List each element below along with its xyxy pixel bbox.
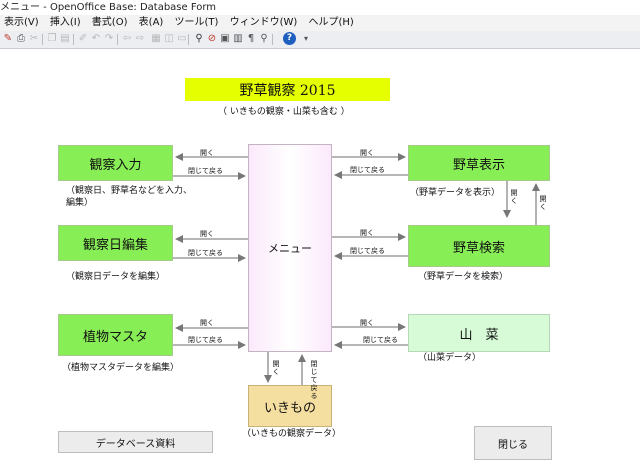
format-paint-icon[interactable]: ✐: [77, 33, 89, 45]
toolbar-separator: [272, 34, 273, 45]
undo-icon[interactable]: ↶: [90, 33, 102, 45]
label-open-shokubutsu-master: 開く: [200, 319, 214, 327]
label-return-yasou-display-vertical: 開く: [539, 195, 547, 211]
label-return-kansatsubi-edit: 閉じて戻る: [188, 249, 223, 257]
database-docs-button[interactable]: データベース資料: [58, 431, 213, 453]
toolbar-separator: [117, 34, 118, 45]
toolbar-overflow-icon[interactable]: ▾: [300, 33, 312, 45]
close-button[interactable]: 閉じる: [474, 426, 552, 460]
label-open-yasou-search-vertical: 開く: [510, 189, 518, 205]
menu-format[interactable]: 書式(O): [88, 15, 132, 31]
paste-icon[interactable]: ▤: [59, 33, 71, 45]
toolbar-separator: [188, 34, 189, 45]
arrow-right-icon[interactable]: ⇨: [134, 33, 146, 45]
navigation-arrows: [173, 153, 540, 385]
copy-icon[interactable]: ❐: [46, 33, 58, 45]
label-open-yasou-search: 開く: [360, 229, 374, 237]
arrow-left-icon[interactable]: ⇦: [121, 33, 133, 45]
label-return-yasou-display: 閉じて戻る: [350, 166, 385, 174]
menu-bar: 表示(V) 挿入(I) 書式(O) 表(A) ツール(T) ウィンドウ(W) ヘ…: [0, 15, 640, 31]
help-icon[interactable]: ?: [283, 32, 296, 45]
no-entry-icon[interactable]: ⊘: [206, 33, 218, 45]
label-open-sansai: 開く: [360, 319, 374, 327]
menu-table[interactable]: 表(A): [135, 15, 168, 31]
gallery-icon[interactable]: ▣: [219, 33, 231, 45]
cut-icon[interactable]: ✂: [28, 33, 40, 45]
edit-file-icon[interactable]: ✎: [2, 33, 14, 45]
datasource-icon[interactable]: ▥: [232, 33, 244, 45]
window-titlebar: メニュー - OpenOffice Base: Database Form: [0, 0, 640, 15]
label-return-kansatsu-input: 閉じて戻る: [188, 167, 223, 175]
label-open-kansatsu-input: 開く: [200, 149, 214, 157]
label-open-yasou-display: 開く: [360, 149, 374, 157]
zoom-icon[interactable]: ⚲: [258, 33, 270, 45]
label-open-kansatsubi-edit: 開く: [200, 230, 214, 238]
toolbar-separator: [42, 34, 43, 45]
toolbar-separator: [73, 34, 74, 45]
database-docs-label: データベース資料: [95, 438, 176, 450]
window-title: メニュー - OpenOffice Base: Database Form: [0, 2, 217, 13]
redo-icon[interactable]: ↷: [103, 33, 115, 45]
label-return-shokubutsu-master: 閉じて戻る: [188, 336, 223, 344]
find-icon[interactable]: ⚲: [193, 33, 205, 45]
close-button-label: 閉じる: [498, 439, 528, 451]
print-icon[interactable]: ⎙: [15, 33, 27, 45]
menu-help[interactable]: ヘルプ(H): [305, 15, 358, 31]
label-return-sansai: 閉じて戻る: [363, 336, 398, 344]
menu-view[interactable]: 表示(V): [0, 15, 43, 31]
nonprinting-chars-icon[interactable]: ¶: [245, 33, 257, 45]
label-return-yasou-search: 閉じて戻る: [350, 247, 385, 255]
menu-tools[interactable]: ツール(T): [171, 15, 223, 31]
frame-icon[interactable]: ▭: [176, 33, 188, 45]
menu-window[interactable]: ウィンドウ(W): [226, 15, 302, 31]
navigator-icon[interactable]: ◫: [163, 33, 175, 45]
standard-toolbar: ✎ ⎙ ✂ ❐ ▤ ✐ ↶ ↷ ⇦ ⇨ ▦ ◫ ▭ ⚲ ⊘ ▣ ▥ ¶ ⚲ ? …: [0, 31, 640, 49]
label-open-ikimono-vertical: 開く: [272, 360, 280, 376]
database-form: 野草観察 2015 （ いきもの観察・山菜も含む ） 観察入力 （観察日、野草名…: [0, 49, 640, 474]
menu-insert[interactable]: 挿入(I): [46, 15, 85, 31]
table-icon[interactable]: ▦: [150, 33, 162, 45]
label-return-ikimono-vertical: 閉じて戻る: [310, 360, 318, 400]
